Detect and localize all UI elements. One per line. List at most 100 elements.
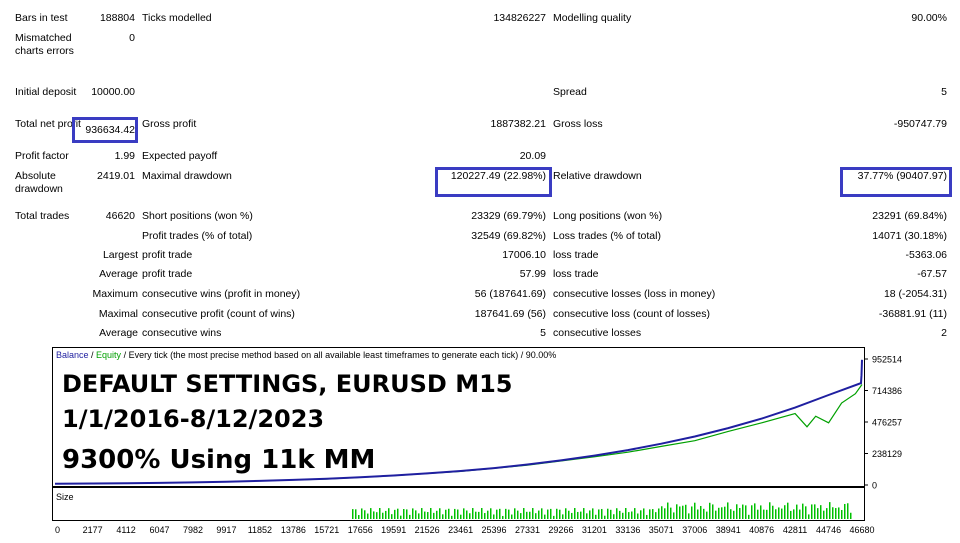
- size-bar: [355, 509, 357, 519]
- size-bar: [439, 508, 441, 519]
- report-value: 17006.10: [502, 249, 546, 261]
- size-bar: [595, 514, 597, 519]
- size-bar: [781, 508, 783, 519]
- size-bar: [562, 514, 564, 519]
- x-tick-label: 21526: [415, 525, 440, 535]
- x-tick-label: 29266: [548, 525, 573, 535]
- size-bar: [826, 508, 828, 519]
- size-bar: [637, 513, 639, 519]
- report-label: profit trade: [142, 268, 193, 280]
- size-bar: [520, 513, 522, 519]
- size-bar: [715, 510, 717, 519]
- report-value: 23329 (69.79%): [471, 210, 546, 222]
- size-bar: [571, 512, 573, 519]
- size-bar: [640, 510, 642, 519]
- x-tick-label: 40876: [749, 525, 774, 535]
- size-bar: [679, 506, 681, 519]
- size-label: Size: [56, 492, 74, 502]
- report-label: Gross loss: [553, 118, 603, 130]
- size-bar: [787, 502, 789, 519]
- size-bar: [694, 502, 696, 519]
- size-bar: [559, 509, 561, 519]
- size-bar: [490, 508, 492, 519]
- size-bar: [406, 509, 408, 519]
- report-value: 0: [129, 32, 135, 44]
- size-bar: [412, 508, 414, 519]
- size-bar: [793, 509, 795, 519]
- size-bar: [454, 508, 456, 519]
- size-bar: [817, 508, 819, 519]
- size-bar: [418, 513, 420, 519]
- report-value: -36881.91 (11): [878, 308, 947, 320]
- size-bar: [601, 508, 603, 519]
- highlight-relative-drawdown: [840, 167, 952, 197]
- size-bar: [493, 514, 495, 519]
- x-tick-label: 11852: [248, 525, 272, 535]
- size-bar: [655, 512, 657, 519]
- report-label: Long positions (won %): [553, 210, 663, 222]
- size-bar: [403, 509, 405, 519]
- size-bar: [382, 512, 384, 519]
- report-label: profit trade: [142, 249, 193, 261]
- report-label: Modelling quality: [553, 12, 632, 24]
- size-bar: [424, 511, 426, 519]
- size-bar: [760, 505, 762, 519]
- size-bar: [769, 502, 771, 519]
- size-bar: [625, 508, 627, 519]
- size-bar: [388, 508, 390, 519]
- size-bar: [556, 508, 558, 519]
- size-bar: [772, 505, 774, 519]
- size-bar: [634, 508, 636, 519]
- size-bar: [730, 509, 732, 519]
- report-label: Spread: [553, 86, 587, 98]
- size-bar: [616, 508, 618, 519]
- size-bar: [436, 510, 438, 519]
- size-bar: [685, 504, 687, 519]
- size-bar: [580, 511, 582, 519]
- size-bar: [604, 515, 606, 519]
- report-prefix: Average: [99, 268, 138, 280]
- size-bar: [541, 508, 543, 519]
- size-bar: [538, 510, 540, 519]
- report-label: loss trade: [553, 249, 599, 261]
- size-bar: [484, 513, 486, 519]
- size-bar: [379, 508, 381, 519]
- size-bar: [409, 514, 411, 519]
- x-tick-label: 35071: [649, 525, 674, 535]
- size-bar: [376, 512, 378, 519]
- size-bar: [466, 510, 468, 519]
- size-bar: [364, 510, 366, 519]
- size-bar: [835, 508, 837, 519]
- size-bar: [397, 508, 399, 519]
- y-tick-label: 714386: [872, 386, 902, 396]
- legend-description: / Every tick (the most precise method ba…: [121, 350, 557, 360]
- size-bar: [565, 508, 567, 519]
- size-bar: [457, 509, 459, 519]
- size-bar: [736, 504, 738, 519]
- size-bar: [391, 514, 393, 519]
- report-value: -67.57: [917, 268, 947, 280]
- report-label: consecutive loss (count of losses): [553, 308, 710, 320]
- size-bar: [550, 508, 552, 519]
- size-bar: [619, 510, 621, 519]
- x-tick-label: 33136: [615, 525, 640, 535]
- report-value: 2: [941, 327, 947, 339]
- size-bar: [712, 504, 714, 519]
- x-tick-label: 6047: [150, 525, 170, 535]
- x-tick-label: 0: [55, 525, 60, 535]
- size-bar: [802, 503, 804, 519]
- size-bar: [721, 507, 723, 519]
- report-prefix: Average: [99, 327, 138, 339]
- y-tick-label: 952514: [872, 355, 902, 365]
- size-bar: [628, 512, 630, 519]
- size-bar: [766, 509, 768, 519]
- size-bar: [526, 511, 528, 519]
- report-prefix: Maximal: [98, 308, 138, 320]
- report-value: 1887382.21: [490, 118, 546, 130]
- report-label: consecutive losses: [553, 327, 642, 339]
- size-bar: [757, 509, 759, 519]
- size-bar: [385, 510, 387, 519]
- report-label: Maximal drawdown: [142, 170, 232, 182]
- size-bar: [814, 504, 816, 519]
- size-bar: [586, 513, 588, 519]
